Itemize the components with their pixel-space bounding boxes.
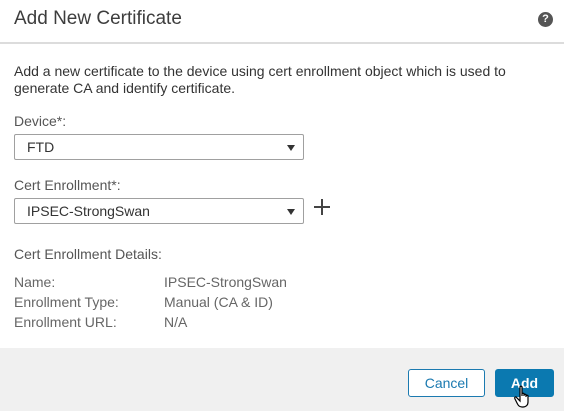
device-label: Device*: [14,113,67,129]
detail-value: Manual (CA & ID) [164,294,273,310]
detail-value: N/A [164,314,188,330]
chevron-down-icon [287,145,295,151]
cert-enrollment-select[interactable]: IPSEC-StrongSwan [14,198,304,224]
cert-enrollment-select-value: IPSEC-StrongSwan [27,203,150,219]
chevron-down-icon [287,209,295,215]
question-icon[interactable]: ? [538,12,553,27]
cancel-button[interactable]: Cancel [408,369,485,397]
cert-enrollment-label: Cert Enrollment*: [14,177,121,193]
device-select-value: FTD [27,139,55,155]
detail-key: Name: [14,274,56,290]
dialog-title: Add New Certificate [14,8,182,29]
cert-enrollment-details-title: Cert Enrollment Details: [14,246,162,262]
detail-key: Enrollment URL: [14,314,117,330]
hand-pointer-icon [514,385,529,408]
add-certificate-dialog: Add New Certificate ? Add a new certific… [0,0,564,411]
detail-key: Enrollment Type: [14,294,119,310]
detail-value: IPSEC-StrongSwan [164,274,287,290]
device-select[interactable]: FTD [14,134,304,160]
dialog-header: Add New Certificate ? [0,0,564,44]
dialog-body: Add a new certificate to the device usin… [0,46,564,348]
plus-icon[interactable] [314,199,330,215]
dialog-description: Add a new certificate to the device usin… [14,63,506,96]
dialog-footer: Cancel Add [0,348,564,411]
